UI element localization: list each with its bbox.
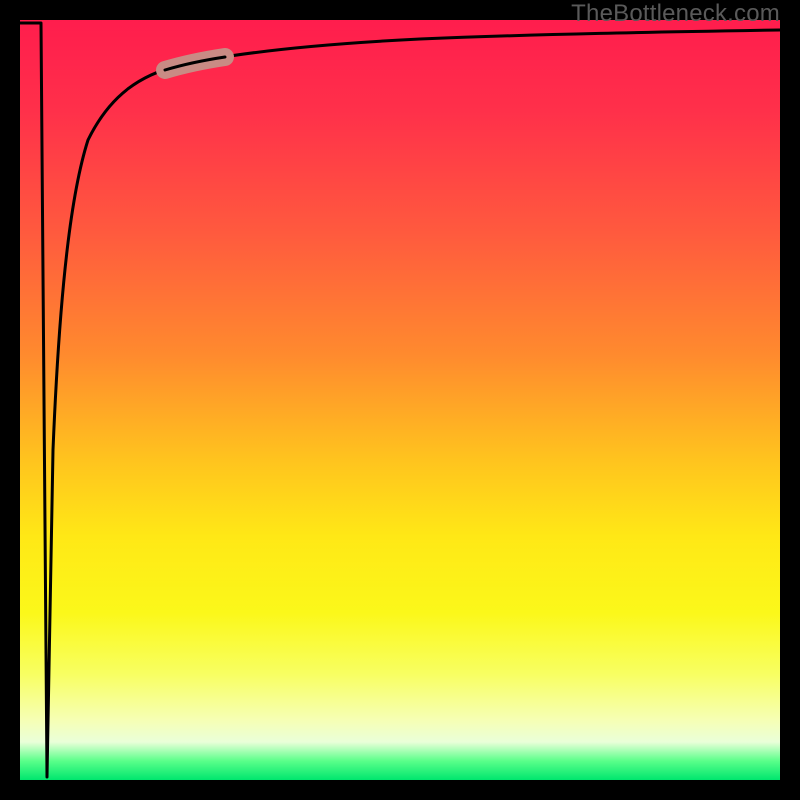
watermark-text: TheBottleneck.com [571,0,780,28]
chart-container: TheBottleneck.com [0,0,800,800]
frame-edge [0,0,20,800]
plot-frame [0,0,800,800]
frame-edge [0,780,800,800]
frame-edge [780,0,800,800]
